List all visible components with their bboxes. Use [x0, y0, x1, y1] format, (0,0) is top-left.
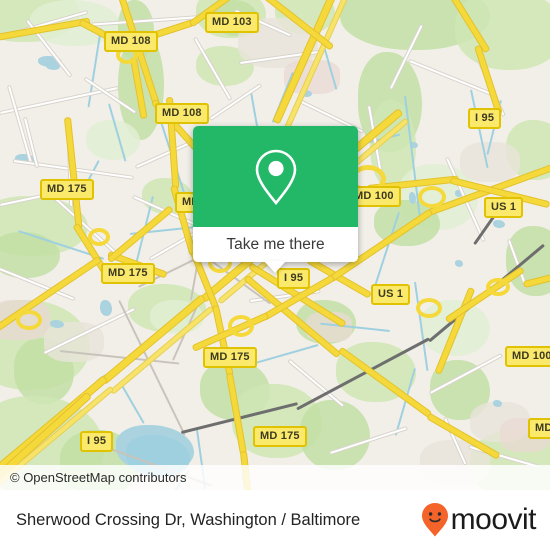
road-shield: MD 100: [505, 346, 550, 367]
moovit-smiley-pin-icon: [421, 503, 448, 537]
road-shield: MD 103: [205, 12, 259, 33]
road-shield: US 1: [484, 197, 524, 218]
take-me-there-card[interactable]: Take me there: [193, 126, 358, 262]
location-title: Sherwood Crossing Dr, Washington / Balti…: [16, 510, 361, 529]
card-action-area[interactable]: Take me there: [193, 227, 358, 262]
attribution-text: © OpenStreetMap contributors: [10, 470, 187, 485]
road-shield: MD 108: [155, 103, 209, 124]
map-screenshot: MD 103MD 108MD 108I 95MD 175MD 1MD 100US…: [0, 0, 550, 550]
card-icon-area: [193, 126, 358, 227]
map-canvas[interactable]: MD 103MD 108MD 108I 95MD 175MD 1MD 100US…: [0, 0, 550, 490]
moovit-wordmark: moovit: [450, 503, 537, 536]
take-me-there-label: Take me there: [226, 235, 325, 253]
road-shield: US 1: [371, 284, 411, 305]
road-shield: MD 175: [203, 347, 257, 368]
card-pointer-tail: [264, 261, 286, 273]
road-shield: MD 108: [104, 31, 158, 52]
footer-bar: Sherwood Crossing Dr, Washington / Balti…: [0, 490, 550, 550]
road-shield: I 95: [80, 431, 114, 452]
moovit-logo[interactable]: moovit: [421, 502, 537, 538]
road-shield: MD: [528, 418, 550, 439]
map-pin-icon: [255, 149, 296, 205]
road-shield: MD 175: [101, 263, 155, 284]
road-shield: MD 175: [253, 426, 307, 447]
road-shield: MD 175: [40, 179, 94, 200]
road-shield: I 95: [468, 108, 502, 129]
attribution-bar: © OpenStreetMap contributors: [0, 465, 550, 490]
